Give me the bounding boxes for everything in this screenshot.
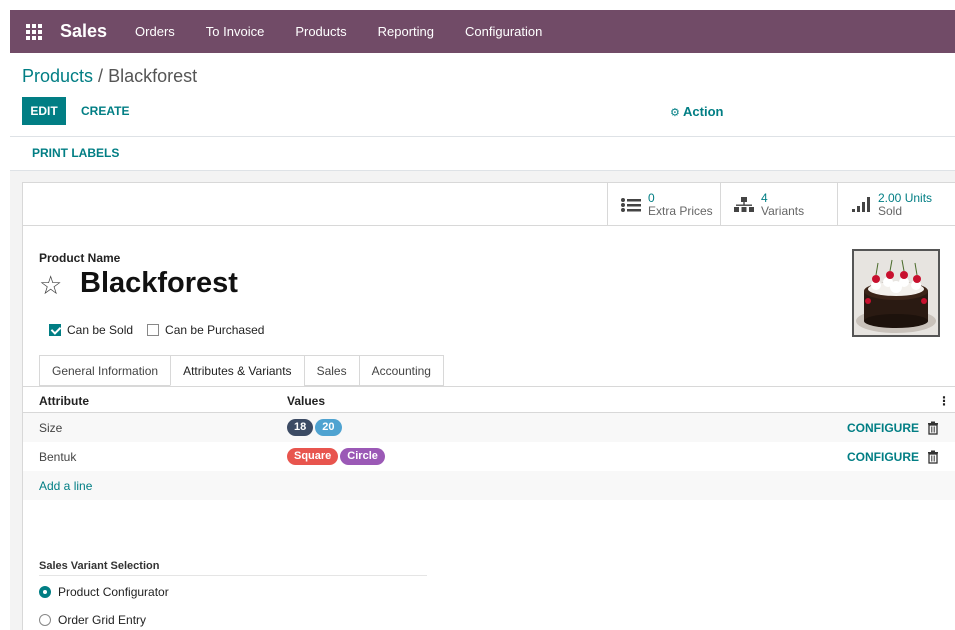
optional-columns-icon[interactable]: ⋮ — [938, 394, 950, 408]
menu-orders[interactable]: Orders — [135, 24, 175, 39]
extra-prices-count: 0 — [648, 190, 655, 205]
action-label: Action — [683, 104, 724, 119]
smart-button-bar: 0 Extra Prices 4 Variants 2.00 Units Sol… — [23, 183, 955, 226]
product-name: Blackforest — [80, 267, 238, 299]
extra-prices-label: Extra Prices — [648, 203, 713, 218]
trash-icon[interactable] — [927, 450, 939, 464]
variants-button[interactable]: 4 Variants — [720, 183, 837, 226]
menu-products[interactable]: Products — [295, 24, 346, 39]
sitemap-icon — [733, 195, 755, 215]
value-tag: Circle — [340, 448, 385, 465]
list-icon — [620, 195, 642, 215]
divider — [39, 575, 427, 576]
trash-icon[interactable] — [927, 421, 939, 435]
can-be-purchased-checkbox[interactable]: Can be Purchased — [147, 323, 264, 337]
product-name-label: Product Name — [39, 251, 121, 265]
menu-to-invoice[interactable]: To Invoice — [206, 24, 265, 39]
tab-general-information[interactable]: General Information — [39, 355, 171, 386]
sold-label: Sold — [878, 203, 903, 218]
create-button[interactable]: CREATE — [81, 104, 129, 118]
form-tabs: General Information Attributes & Variant… — [39, 355, 444, 386]
values-cell: 18 20 — [287, 419, 342, 436]
values-cell: Square Circle — [287, 448, 385, 465]
can-be-purchased-label: Can be Purchased — [165, 323, 265, 337]
cake-image — [854, 251, 938, 335]
print-labels-button[interactable]: PRINT LABELS — [32, 146, 119, 160]
top-navbar: Sales Orders To Invoice Products Reporti… — [10, 10, 955, 53]
sold-button[interactable]: 2.00 Units Sold — [837, 183, 955, 226]
breadcrumb: Products / Blackforest — [22, 66, 197, 87]
apps-menu-icon[interactable] — [24, 22, 44, 42]
product-image[interactable] — [852, 249, 940, 337]
column-attribute[interactable]: Attribute — [39, 394, 89, 408]
value-tag: Square — [287, 448, 339, 465]
attribute-cell: Bentuk — [39, 449, 77, 464]
menu-configuration[interactable]: Configuration — [465, 24, 542, 39]
menu-reporting[interactable]: Reporting — [378, 24, 434, 39]
checkbox-checked-icon — [49, 324, 61, 336]
sold-count: 2.00 Units — [878, 190, 933, 205]
add-line-row: Add a line — [23, 471, 955, 500]
radio-unselected-icon — [39, 614, 51, 626]
can-be-sold-label: Can be Sold — [67, 323, 134, 337]
gear-icon: ⚙ — [670, 107, 680, 119]
value-tag: 18 — [287, 419, 314, 436]
action-dropdown[interactable]: ⚙ Action — [670, 104, 723, 119]
table-row[interactable]: Bentuk Square Circle CONFIGURE — [23, 442, 955, 471]
product-checkboxes: Can be Sold Can be Purchased — [49, 323, 278, 337]
column-values[interactable]: Values — [287, 394, 325, 408]
attribute-cell: Size — [39, 420, 63, 435]
attributes-table: Attribute Values ⋮ Size 18 20 CONFIGURE … — [23, 389, 955, 500]
tabs-divider — [23, 386, 955, 387]
radio-order-grid-entry[interactable]: Order Grid Entry — [39, 613, 146, 627]
table-header: Attribute Values ⋮ — [23, 389, 955, 413]
configure-button[interactable]: CONFIGURE — [847, 421, 919, 435]
form-sheet: 0 Extra Prices 4 Variants 2.00 Units Sol… — [22, 182, 955, 630]
configure-button[interactable]: CONFIGURE — [847, 450, 919, 464]
value-tag: 20 — [315, 419, 342, 436]
sales-variant-selection-label: Sales Variant Selection — [39, 560, 160, 572]
tab-attributes-variants[interactable]: Attributes & Variants — [170, 355, 304, 386]
edit-button[interactable]: EDIT — [22, 97, 66, 125]
radio-label: Product Configurator — [58, 585, 169, 599]
breadcrumb-products-link[interactable]: Products — [22, 66, 93, 86]
table-row[interactable]: Size 18 20 CONFIGURE — [23, 413, 955, 442]
extra-prices-button[interactable]: 0 Extra Prices — [607, 183, 720, 226]
favorite-star-icon[interactable]: ☆ — [39, 270, 62, 300]
radio-selected-icon — [39, 586, 51, 598]
divider — [10, 136, 955, 137]
signal-icon — [850, 195, 872, 215]
breadcrumb-current: Blackforest — [108, 66, 198, 86]
can-be-sold-checkbox[interactable]: Can be Sold — [49, 323, 133, 337]
breadcrumb-separator: / — [93, 66, 109, 86]
variants-label: Variants — [761, 203, 805, 218]
app-brand[interactable]: Sales — [60, 21, 107, 42]
variants-count: 4 — [761, 190, 768, 205]
radio-label: Order Grid Entry — [58, 613, 147, 627]
add-line-link[interactable]: Add a line — [39, 479, 92, 493]
radio-product-configurator[interactable]: Product Configurator — [39, 585, 169, 599]
tab-accounting[interactable]: Accounting — [358, 355, 444, 386]
checkbox-unchecked-icon — [147, 324, 160, 336]
tab-sales[interactable]: Sales — [303, 355, 359, 386]
